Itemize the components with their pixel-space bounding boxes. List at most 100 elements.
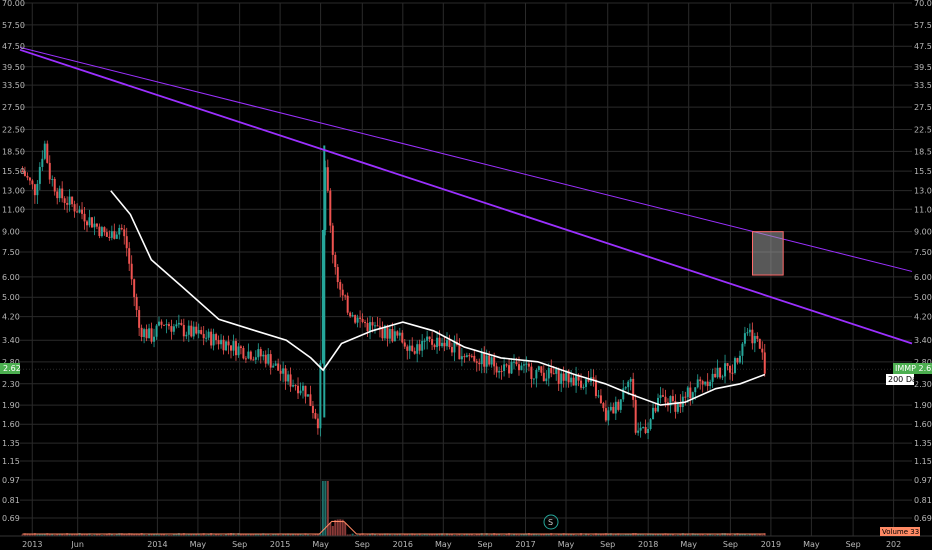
y-tick-label-right: 6.00	[914, 273, 932, 282]
candle-body	[371, 322, 374, 326]
candle-body	[398, 332, 401, 336]
candle-body	[743, 333, 746, 344]
candle-body	[483, 352, 486, 367]
y-axis-left: 70.00 57.50 47.50 39.50 33.50 27.50 22.50 18.50…	[2, 0, 25, 523]
candle-body	[396, 331, 399, 336]
candle-body	[170, 326, 173, 332]
x-tick-label: 2013	[22, 540, 42, 549]
candle-body	[585, 379, 588, 387]
candle-body	[684, 396, 687, 398]
y-tick-label-left: 1.90	[2, 401, 20, 410]
candle-body	[210, 331, 213, 346]
candle-body	[572, 377, 575, 386]
y-tick-label-right: 0.97	[914, 476, 932, 485]
x-tick-label: Sep	[477, 540, 492, 549]
spike-candle	[323, 145, 326, 418]
volume-bar	[326, 481, 329, 536]
candle-body	[721, 376, 724, 378]
candle-body	[239, 346, 242, 349]
y-tick-label-left: 22.50	[2, 126, 25, 135]
trendline	[19, 48, 913, 345]
candle-body	[652, 407, 655, 420]
candle-body	[659, 395, 662, 398]
candle-body	[763, 352, 766, 374]
x-tick-label: Sep	[723, 540, 738, 549]
candle-body	[155, 325, 158, 337]
candle-body	[128, 248, 131, 264]
candle-body	[418, 344, 421, 351]
x-tick-label: May	[558, 540, 575, 549]
candle-body	[624, 387, 627, 389]
candle-body	[515, 361, 518, 365]
candle-body	[614, 401, 617, 414]
volume-bar	[321, 481, 324, 536]
candle-body	[103, 227, 106, 233]
y-tick-label-right: 57.50	[914, 21, 932, 30]
candle-body	[130, 263, 133, 280]
candle-body	[113, 231, 116, 239]
candle-body	[252, 359, 255, 361]
candle-body	[649, 419, 652, 430]
candle-body	[306, 394, 309, 397]
candle-body	[532, 378, 535, 380]
candle-body	[36, 183, 39, 196]
candle-body	[376, 325, 379, 327]
candle-body	[629, 378, 632, 382]
candle-body	[647, 429, 650, 433]
candle-body	[758, 338, 761, 349]
candle-body	[257, 349, 260, 358]
candle-body	[423, 340, 426, 342]
candle-body	[225, 341, 228, 351]
candle-body	[86, 221, 89, 226]
candle-body	[731, 372, 734, 374]
y-tick-label-right: 0.81	[914, 496, 932, 505]
candle-body	[66, 202, 69, 205]
candle-body	[336, 267, 339, 283]
dividend-marker[interactable]: S	[548, 518, 553, 527]
candle-body	[689, 387, 692, 399]
y-tick-label-left: 33.50	[2, 81, 25, 90]
volume-bar	[331, 525, 334, 536]
y-tick-label-left: 1.60	[2, 420, 20, 429]
candle-body	[520, 365, 523, 371]
candle-body	[401, 332, 404, 343]
candle-body	[542, 372, 545, 382]
candle-body	[433, 344, 436, 348]
candle-body	[83, 213, 86, 222]
candle-body	[597, 395, 600, 397]
candle-body	[299, 390, 302, 394]
candle-body	[632, 378, 635, 400]
candle-body	[289, 374, 292, 387]
candle-body	[76, 211, 79, 213]
candle-body	[185, 334, 188, 337]
y-tick-label-left: 1.15	[2, 457, 20, 466]
candle-body	[51, 178, 54, 180]
candle-body	[473, 355, 476, 362]
candle-body	[495, 366, 498, 373]
candle-body	[175, 324, 178, 327]
ma-tag: 200 Day	[888, 375, 922, 384]
x-tick-label: 2015	[270, 540, 290, 549]
candle-body	[661, 395, 664, 397]
candle-body	[339, 282, 342, 290]
ma-line	[110, 190, 766, 406]
candle-body	[153, 336, 156, 342]
candle-body	[570, 377, 573, 383]
candle-body	[247, 351, 250, 359]
candle-body	[369, 322, 372, 332]
candle-body	[619, 399, 622, 410]
candle-body	[356, 317, 359, 323]
candle-body	[753, 335, 756, 344]
candle-body	[187, 325, 190, 335]
candle-body	[428, 336, 431, 340]
x-tick-label: 2016	[393, 540, 413, 549]
candle-body	[301, 385, 304, 391]
candle-body	[416, 344, 419, 354]
x-tick-label: Sep	[232, 540, 247, 549]
candle-body	[98, 226, 101, 237]
candle-body	[575, 374, 578, 386]
x-tick-label: 202	[886, 540, 901, 549]
candle-body	[480, 352, 483, 365]
x-tick-label: May	[803, 540, 820, 549]
candle-body	[453, 341, 456, 353]
